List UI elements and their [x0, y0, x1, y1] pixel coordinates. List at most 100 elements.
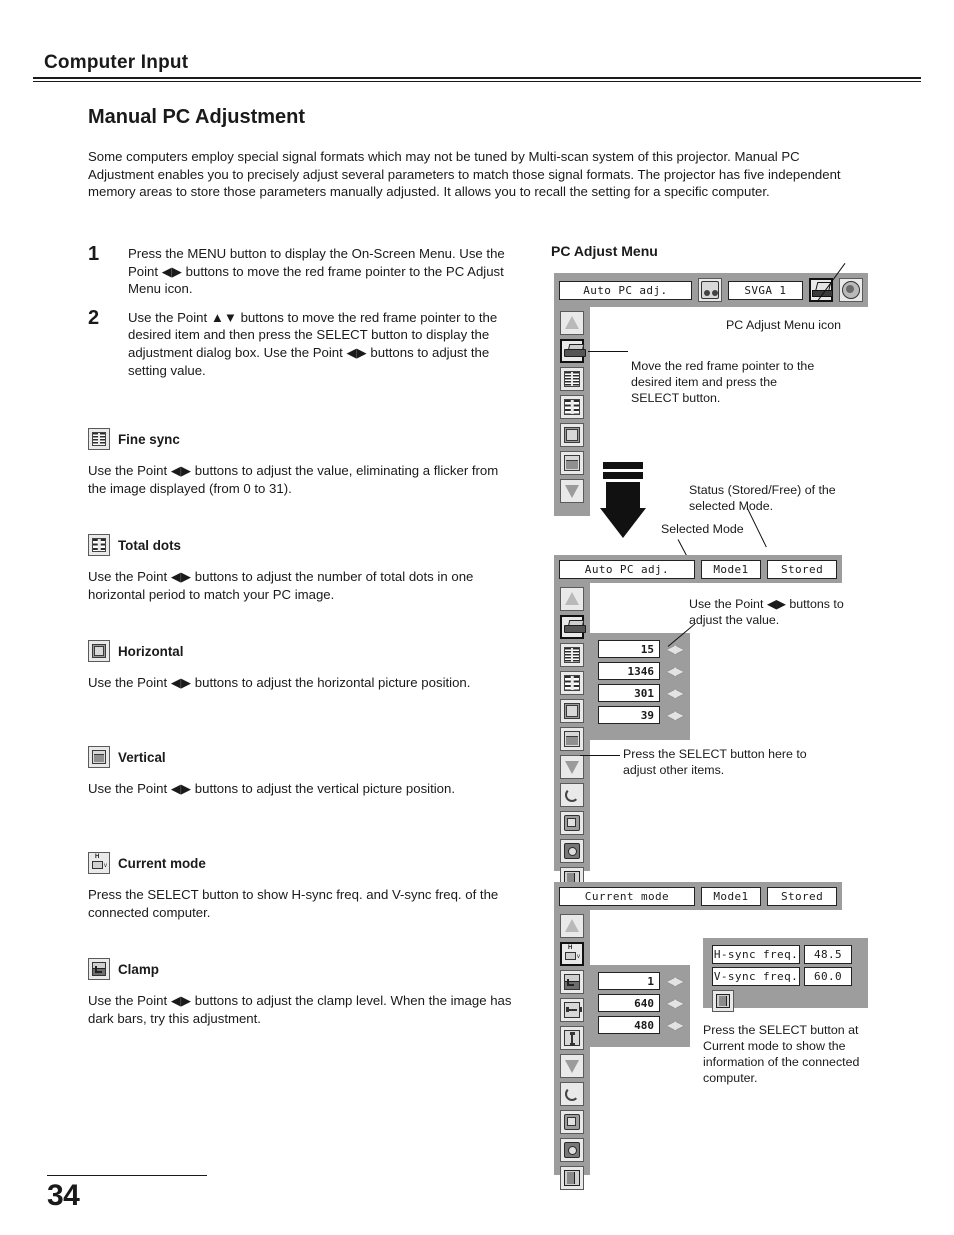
reset-icon[interactable] — [560, 783, 584, 807]
value-field[interactable]: 640 — [598, 994, 660, 1012]
callout-select-other: Press the SELECT button here to adjust o… — [623, 747, 807, 777]
fine-sync-icon[interactable] — [560, 643, 584, 667]
callout-move-pointer: Move the red frame pointer to the desire… — [631, 359, 815, 405]
value-field[interactable]: 39 — [598, 706, 660, 724]
header-rule-thin — [33, 81, 921, 82]
up-arrow-icon[interactable] — [560, 914, 584, 938]
step-number: 2 — [88, 306, 100, 329]
value-row: 640 ◀▶ — [598, 994, 684, 1012]
footer-rule — [47, 1175, 207, 1176]
horizontal-icon — [88, 640, 110, 662]
value-row: 15 ◀▶ — [598, 640, 684, 658]
pc-adjust-icon[interactable] — [560, 615, 586, 639]
value-field[interactable]: 15 — [598, 640, 660, 658]
panel3-mode-field[interactable]: Mode1 — [700, 886, 762, 906]
system-field[interactable]: SVGA 1 — [727, 280, 803, 300]
section-label: Current mode — [118, 855, 206, 871]
callout-adjust-value: Use the Point ◀▶ buttons to adjust the v… — [689, 597, 844, 627]
current-mode-icon[interactable]: Hv — [560, 942, 584, 966]
callout-selected-mode: Selected Mode — [661, 522, 744, 536]
section-text: Use the Point ◀▶ buttons to adjust the n… — [88, 569, 474, 602]
section-fine-sync: Fine sync Use the Point ◀▶ buttons to ad… — [88, 427, 513, 497]
value-field[interactable]: 1346 — [598, 662, 660, 680]
section-label: Clamp — [118, 961, 159, 977]
section-vertical: Vertical Use the Point ◀▶ buttons to adj… — [88, 745, 513, 798]
value-row: 1 ◀▶ — [598, 972, 684, 990]
vertical-icon[interactable] — [560, 727, 584, 751]
down-arrow-icon[interactable] — [560, 755, 584, 779]
value-row: 1346 ◀▶ — [598, 662, 684, 680]
value-row: 480 ◀▶ — [598, 1016, 684, 1034]
display-area-v-icon[interactable] — [560, 1026, 584, 1050]
auto-pc-adj-field[interactable]: Auto PC adj. — [559, 280, 692, 300]
panel3-title-field[interactable]: Current mode — [559, 886, 695, 906]
down-arrow-icon[interactable] — [560, 479, 584, 503]
total-dots-icon[interactable] — [560, 671, 584, 695]
pc-adjust-icon[interactable] — [560, 339, 586, 363]
horizontal-icon[interactable] — [560, 699, 584, 723]
store-icon[interactable] — [560, 1110, 584, 1134]
panel2-status-field[interactable]: Stored — [767, 559, 837, 579]
intro-paragraph: Some computers employ special signal for… — [88, 149, 841, 200]
panel2-icon-column — [558, 587, 586, 891]
sync-info-row: H-sync freq. 48.5 — [712, 945, 852, 964]
sync-info-row: V-sync freq. 60.0 — [712, 967, 852, 986]
image-select-icon[interactable] — [839, 278, 863, 302]
vertical-icon — [88, 746, 110, 768]
leader-line — [580, 755, 620, 757]
fine-sync-icon[interactable] — [560, 367, 584, 391]
left-right-arrows-icon[interactable]: ◀▶ — [667, 974, 684, 988]
mode-free-icon[interactable] — [560, 839, 584, 863]
section-label: Vertical — [118, 749, 166, 765]
up-arrow-icon[interactable] — [560, 587, 584, 611]
osd-panel-3: Hv — [554, 910, 590, 1190]
pc-adjust-diagram: PC Adjust Menu — [551, 243, 951, 267]
up-arrow-icon[interactable] — [560, 311, 584, 335]
section-horizontal: Horizontal Use the Point ◀▶ buttons to a… — [88, 639, 513, 692]
value-field[interactable]: 301 — [598, 684, 660, 702]
horizontal-icon[interactable] — [560, 423, 584, 447]
clamp-icon — [88, 958, 110, 980]
mode-free-icon[interactable] — [560, 1138, 584, 1162]
osd-panel2-header: Auto PC adj. Mode1 Stored — [554, 555, 842, 583]
sound-icon[interactable] — [697, 278, 722, 302]
section-text: Use the Point ◀▶ buttons to adjust the h… — [88, 675, 471, 690]
quit-icon[interactable] — [712, 990, 734, 1012]
callout-status: Status (Stored/Free) of the selected Mod… — [689, 483, 836, 513]
sync-info-box: H-sync freq. 48.5 V-sync freq. 60.0 — [703, 938, 868, 1012]
value-field[interactable]: 480 — [598, 1016, 660, 1034]
value-row: 301 ◀▶ — [598, 684, 684, 702]
v-sync-value: 60.0 — [804, 967, 852, 986]
left-right-arrows-icon[interactable]: ◀▶ — [667, 686, 684, 700]
display-area-h-icon[interactable] — [560, 998, 584, 1022]
down-arrow-icon[interactable] — [560, 1054, 584, 1078]
steps-list: 1 Press the MENU button to display the O… — [88, 244, 508, 390]
value-field[interactable]: 1 — [598, 972, 660, 990]
panel2-title-field[interactable]: Auto PC adj. — [559, 559, 695, 579]
step-item: 2 Use the Point ▲▼ buttons to move the r… — [88, 306, 508, 379]
osd-menu-bar: Auto PC adj. SVGA 1 — [554, 273, 868, 307]
step-text: Use the Point ▲▼ buttons to move the red… — [128, 309, 498, 378]
reset-icon[interactable] — [560, 1082, 584, 1106]
total-dots-icon[interactable] — [560, 395, 584, 419]
left-right-arrows-icon[interactable]: ◀▶ — [667, 708, 684, 722]
current-mode-icon: Hv — [88, 852, 110, 874]
vertical-icon[interactable] — [560, 451, 584, 475]
left-right-arrows-icon[interactable]: ◀▶ — [667, 1018, 684, 1032]
page-number: 34 — [47, 1179, 80, 1212]
left-right-arrows-icon[interactable]: ◀▶ — [667, 996, 684, 1010]
page-title: Manual PC Adjustment — [88, 106, 306, 128]
store-icon[interactable] — [560, 811, 584, 835]
panel2-mode-field[interactable]: Mode1 — [700, 559, 762, 579]
h-sync-label: H-sync freq. — [712, 945, 800, 964]
section-current-mode: Hv Current mode Press the SELECT button … — [88, 851, 513, 921]
panel3-status-field[interactable]: Stored — [767, 886, 837, 906]
page-footer: 34 — [47, 1175, 921, 1213]
leader-line — [588, 351, 628, 353]
diagram-title: PC Adjust Menu — [551, 243, 658, 259]
section-clamp: Clamp Use the Point ◀▶ buttons to adjust… — [88, 957, 513, 1027]
section-text: Use the Point ◀▶ buttons to adjust the c… — [88, 993, 512, 1026]
clamp-icon[interactable] — [560, 970, 584, 994]
left-right-arrows-icon[interactable]: ◀▶ — [667, 664, 684, 678]
section-text: Press the SELECT button to show H-sync f… — [88, 887, 499, 920]
